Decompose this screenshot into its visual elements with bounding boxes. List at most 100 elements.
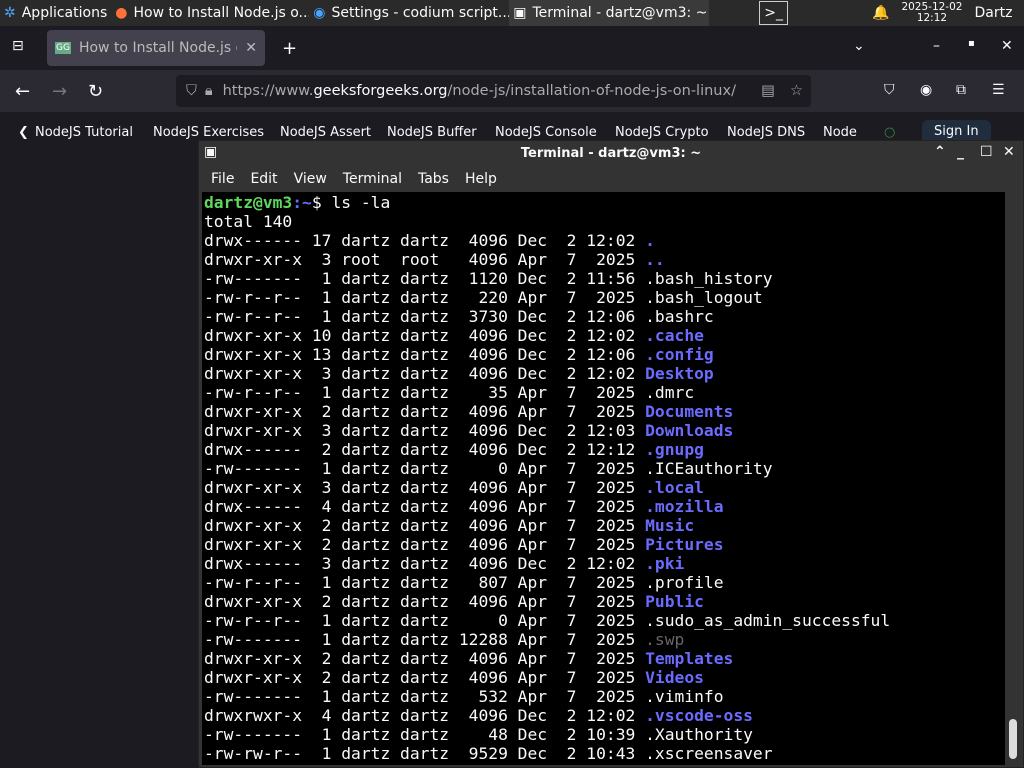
nav-link[interactable]: Node bbox=[823, 125, 857, 140]
browser-navbar: ← → ↻ ⛉ 🔒︎ https://www. geeksforgeeks.org /… bbox=[0, 70, 1024, 112]
minimize-icon[interactable]: – bbox=[933, 38, 940, 54]
file-meta: drwx------ 2 dartz dartz 4096 Dec 2 12:1… bbox=[204, 440, 646, 459]
menu-edit[interactable]: Edit bbox=[242, 171, 285, 187]
file-meta: drwxr-xr-x 3 dartz dartz 4096 Apr 7 2025 bbox=[204, 478, 646, 497]
browser-tabbar: ⊟ GG How to Install Node.js on ✕ + ⌄ – ▪ ✕ bbox=[0, 26, 1024, 70]
file-name: .mozilla bbox=[645, 497, 724, 516]
shade-icon[interactable]: ⌃ bbox=[934, 144, 946, 160]
ls-row: drwxr-xr-x 2 dartz dartz 4096 Apr 7 2025… bbox=[204, 402, 1003, 421]
file-meta: -rw------- 1 dartz dartz 532 Apr 7 2025 bbox=[204, 687, 646, 706]
file-name: .sudo_as_admin_successful bbox=[645, 611, 891, 630]
clock[interactable]: 2025-12-02 12:12 bbox=[901, 2, 962, 24]
ls-row: drwxr-xr-x 2 dartz dartz 4096 Apr 7 2025… bbox=[204, 535, 1003, 554]
maximize-icon[interactable]: ▪ bbox=[968, 38, 975, 49]
chevron-down-icon[interactable]: ⌄ bbox=[853, 38, 865, 54]
nav-link[interactable]: NodeJS Tutorial bbox=[35, 125, 133, 140]
applications-menu[interactable]: ✲ Applications bbox=[0, 0, 111, 26]
ls-row: -rw-r--r-- 1 dartz dartz 0 Apr 7 2025 .s… bbox=[204, 611, 1003, 630]
firefox-icon: ● bbox=[115, 5, 128, 21]
account-icon[interactable]: ◉ bbox=[920, 82, 932, 98]
file-name: .viminfo bbox=[645, 687, 724, 706]
file-meta: -rw-r--r-- 1 dartz dartz 0 Apr 7 2025 bbox=[204, 611, 646, 630]
gfg-favicon: GG bbox=[55, 42, 71, 54]
scrollbar-thumb[interactable] bbox=[1009, 719, 1017, 759]
terminal-titlebar[interactable]: ▣ Terminal - dartz@vm3: ~ ⌃ _ ☐ ✕ bbox=[199, 141, 1023, 166]
ls-row: drwx------ 2 dartz dartz 4096 Dec 2 12:1… bbox=[204, 440, 1003, 459]
close-icon[interactable]: ✕ bbox=[1003, 144, 1015, 160]
file-name: .xscreensaver bbox=[645, 744, 773, 763]
back-icon[interactable]: ← bbox=[15, 81, 30, 102]
terminal-output[interactable]: dartz@vm3:~$ ls -la total 140 drwx------ 1… bbox=[202, 192, 1005, 765]
file-meta: -rw------- 1 dartz dartz 1120 Dec 2 11:5… bbox=[204, 269, 646, 288]
ls-row: -rw------- 1 dartz dartz 12288 Apr 7 202… bbox=[204, 630, 1003, 649]
url-bar[interactable]: ⛉ 🔒︎ https://www. geeksforgeeks.org/node-j… bbox=[176, 75, 811, 107]
new-tab-icon[interactable]: + bbox=[282, 38, 297, 59]
bell-icon[interactable]: 🔔 bbox=[868, 0, 893, 26]
tab-overview-icon[interactable]: ⊟ bbox=[12, 38, 24, 54]
menu-view[interactable]: View bbox=[286, 171, 335, 187]
file-name: .vscode-oss bbox=[645, 706, 753, 725]
file-name: .Xauthority bbox=[645, 725, 753, 744]
file-name: .. bbox=[645, 250, 665, 269]
file-meta: -rw-r--r-- 1 dartz dartz 35 Apr 7 2025 bbox=[204, 383, 646, 402]
menu-terminal[interactable]: Terminal bbox=[335, 171, 410, 187]
workspace-terminal-icon[interactable]: >_ bbox=[759, 1, 788, 25]
star-icon[interactable]: ☆ bbox=[790, 83, 803, 99]
terminal-icon: ▣ bbox=[204, 144, 218, 160]
ls-row: drwxr-xr-x 2 dartz dartz 4096 Apr 7 2025… bbox=[204, 592, 1003, 611]
file-name: .bash_logout bbox=[645, 288, 763, 307]
file-meta: drwxr-xr-x 2 dartz dartz 4096 Apr 7 2025 bbox=[204, 592, 646, 611]
close-icon[interactable]: ✕ bbox=[1001, 38, 1013, 54]
ls-row: -rw------- 1 dartz dartz 532 Apr 7 2025 … bbox=[204, 687, 1003, 706]
file-meta: drwxr-xr-x 2 dartz dartz 4096 Apr 7 2025 bbox=[204, 516, 646, 535]
nav-link[interactable]: NodeJS Crypto bbox=[615, 125, 709, 140]
file-name: .dmrc bbox=[645, 383, 695, 402]
menu-help[interactable]: Help bbox=[457, 171, 505, 187]
file-name: Desktop bbox=[645, 364, 714, 383]
file-name: Pictures bbox=[645, 535, 724, 554]
file-meta: -rw------- 1 dartz dartz 48 Dec 2 10:39 bbox=[204, 725, 646, 744]
applications-icon: ✲ bbox=[4, 5, 16, 21]
nav-link[interactable]: NodeJS Exercises bbox=[153, 125, 264, 140]
file-name: .gnupg bbox=[645, 440, 704, 459]
scroll-left-icon[interactable]: ❮ bbox=[18, 125, 29, 140]
nav-link[interactable]: NodeJS DNS bbox=[727, 125, 805, 140]
file-name: .ICEauthority bbox=[645, 459, 773, 478]
user-menu[interactable]: Dartz bbox=[974, 5, 1012, 21]
pocket-icon[interactable]: ⛉ bbox=[884, 82, 895, 98]
menu-file[interactable]: File bbox=[203, 171, 242, 187]
file-name: Public bbox=[645, 592, 704, 611]
file-meta: -rw-r--r-- 1 dartz dartz 220 Apr 7 2025 bbox=[204, 288, 646, 307]
ls-row: -rw-r--r-- 1 dartz dartz 3730 Dec 2 12:0… bbox=[204, 307, 1003, 326]
reader-view-icon[interactable]: ▤ bbox=[761, 83, 775, 99]
file-meta: drwx------ 3 dartz dartz 4096 Dec 2 12:0… bbox=[204, 554, 646, 573]
prompt-line: dartz@vm3:~$ ls -la bbox=[204, 193, 391, 212]
close-tab-icon[interactable]: ✕ bbox=[245, 40, 257, 56]
terminal-window: ▣ Terminal - dartz@vm3: ~ ⌃ _ ☐ ✕ File E… bbox=[198, 140, 1024, 768]
nav-link[interactable]: NodeJS Console bbox=[495, 125, 597, 140]
forward-icon[interactable]: → bbox=[52, 81, 67, 102]
file-meta: drwxr-xr-x 2 dartz dartz 4096 Apr 7 2025 bbox=[204, 402, 646, 421]
file-name: Documents bbox=[645, 402, 734, 421]
task-terminal[interactable]: ▣ Terminal - dartz@vm3: ~ bbox=[509, 0, 710, 26]
file-meta: drwxr-xr-x 2 dartz dartz 4096 Apr 7 2025 bbox=[204, 649, 646, 668]
scrollbar[interactable] bbox=[1006, 192, 1020, 765]
menu-icon[interactable]: ☰ bbox=[992, 82, 1005, 98]
minimize-icon[interactable]: _ bbox=[957, 144, 964, 160]
ls-row: -rw------- 1 dartz dartz 48 Dec 2 10:39 … bbox=[204, 725, 1003, 744]
task-firefox[interactable]: ● How to Install Node.js o... bbox=[111, 0, 309, 26]
menu-tabs[interactable]: Tabs bbox=[410, 171, 457, 187]
ls-row: -rw-rw-r-- 1 dartz dartz 9529 Dec 2 10:4… bbox=[204, 744, 1003, 763]
extensions-icon[interactable]: ⧉ bbox=[956, 82, 966, 98]
lock-icon[interactable]: 🔒︎ bbox=[205, 83, 213, 99]
nav-link[interactable]: NodeJS Assert bbox=[280, 125, 371, 140]
file-name: .config bbox=[645, 345, 714, 364]
nav-link[interactable]: NodeJS Buffer bbox=[387, 125, 477, 140]
search-icon[interactable]: ○ bbox=[884, 125, 895, 140]
maximize-icon[interactable]: ☐ bbox=[980, 144, 993, 160]
reload-icon[interactable]: ↻ bbox=[88, 81, 103, 102]
browser-tab[interactable]: GG How to Install Node.js on ✕ bbox=[47, 30, 265, 66]
ls-row: drwx------ 4 dartz dartz 4096 Apr 7 2025… bbox=[204, 497, 1003, 516]
shield-icon[interactable]: ⛉ bbox=[186, 83, 197, 99]
task-codium[interactable]: ◉ Settings - codium script... bbox=[309, 0, 509, 26]
